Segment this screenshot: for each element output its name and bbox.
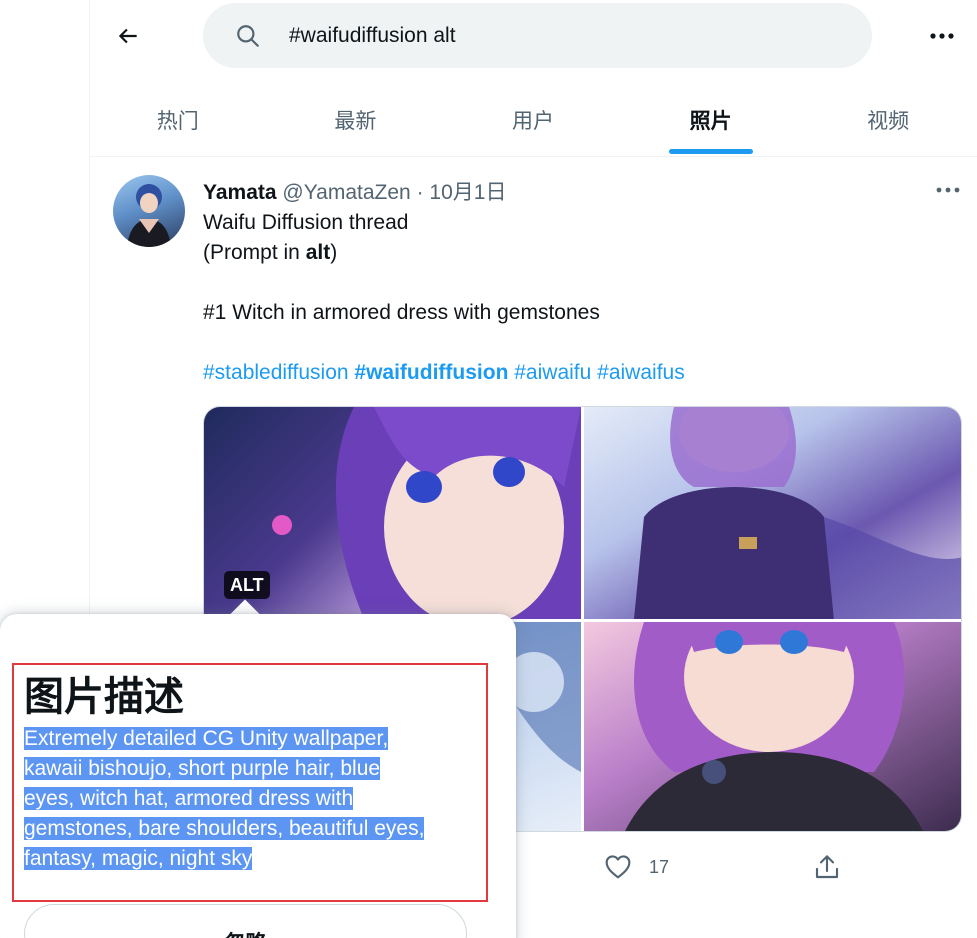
tab-label: 用户 <box>511 110 554 133</box>
tabs-divider <box>89 156 977 157</box>
like-count: 17 <box>649 857 670 877</box>
share-icon <box>815 855 839 879</box>
alt-description-line: fantasy, magic, night sky <box>24 847 253 870</box>
author-handle[interactable]: @YamataZen <box>282 181 410 204</box>
media-image[interactable] <box>584 407 961 619</box>
alt-description-line: Extremely detailed CG Unity wallpaper, <box>24 727 389 750</box>
media-image[interactable]: ALT <box>204 407 581 619</box>
tweet-line: (Prompt in alt) <box>203 238 943 268</box>
avatar-figure <box>127 184 171 247</box>
tab-photos[interactable]: 照片 <box>622 84 800 156</box>
tweet-line: #1 Witch in armored dress with gemstones <box>203 301 600 324</box>
tweet-more-button[interactable] <box>930 178 966 202</box>
media-image[interactable] <box>584 622 961 831</box>
alt-description: Extremely detailed CG Unity wallpaper, k… <box>24 724 484 874</box>
tweet-date[interactable]: 10月1日 <box>429 181 506 204</box>
hashtag-link[interactable]: #aiwaifu <box>514 361 591 384</box>
tab-top[interactable]: 热门 <box>89 84 267 156</box>
dismiss-label: 忽略 <box>225 927 267 938</box>
arrow-left-icon <box>118 28 137 44</box>
search-input[interactable] <box>289 3 829 68</box>
alt-badge[interactable]: ALT <box>224 571 270 599</box>
avatar[interactable] <box>113 175 185 247</box>
more-options-button[interactable] <box>922 16 962 56</box>
search-tabs: 热门 最新 用户 照片 视频 <box>89 84 977 156</box>
ellipsis-icon <box>930 33 954 39</box>
search-box[interactable] <box>203 3 872 68</box>
tweet-bold-text: alt <box>305 241 331 264</box>
alt-description-line: gemstones, bare shoulders, beautiful eye… <box>24 817 425 840</box>
tab-videos[interactable]: 视频 <box>799 84 977 156</box>
tab-label: 视频 <box>867 110 910 133</box>
tweet-text: Waifu Diffusion thread (Prompt in alt) #… <box>203 208 943 388</box>
alt-description-line: kawaii bishoujo, short purple hair, blue <box>24 757 381 780</box>
hashtag-line: #stablediffusion #waifudiffusion #aiwaif… <box>203 358 943 388</box>
hashtag-link[interactable]: #waifudiffusion <box>354 361 508 384</box>
tab-people[interactable]: 用户 <box>444 84 622 156</box>
tab-label: 照片 <box>689 110 732 133</box>
alt-popover-title: 图片描述 <box>24 675 184 719</box>
tweet-text-span: (Prompt in <box>203 241 306 264</box>
tweet-line: Waifu Diffusion thread <box>203 211 409 234</box>
search-icon <box>237 25 259 47</box>
separator-dot: · <box>416 181 424 204</box>
anime-girl-image <box>625 622 923 831</box>
hashtag-link[interactable]: #aiwaifus <box>597 361 685 384</box>
tweet-text-span: ) <box>330 241 338 264</box>
tweet-header: Yamata @YamataZen · 10月1日 <box>203 176 506 206</box>
alt-description-line: eyes, witch hat, armored dress with <box>24 787 354 810</box>
tab-label: 热门 <box>156 110 199 133</box>
tab-latest[interactable]: 最新 <box>267 84 445 156</box>
tab-label: 最新 <box>334 110 377 133</box>
active-tab-indicator <box>668 149 753 154</box>
back-button[interactable] <box>108 16 148 56</box>
author-name[interactable]: Yamata <box>203 181 277 204</box>
heart-icon <box>605 855 631 879</box>
anime-girl-image <box>634 407 961 619</box>
ellipsis-icon <box>936 187 960 193</box>
dismiss-button[interactable]: 忽略 <box>24 904 467 938</box>
hashtag-link[interactable]: #stablediffusion <box>203 361 349 384</box>
like-button[interactable] <box>602 850 634 882</box>
share-button[interactable] <box>811 851 843 888</box>
